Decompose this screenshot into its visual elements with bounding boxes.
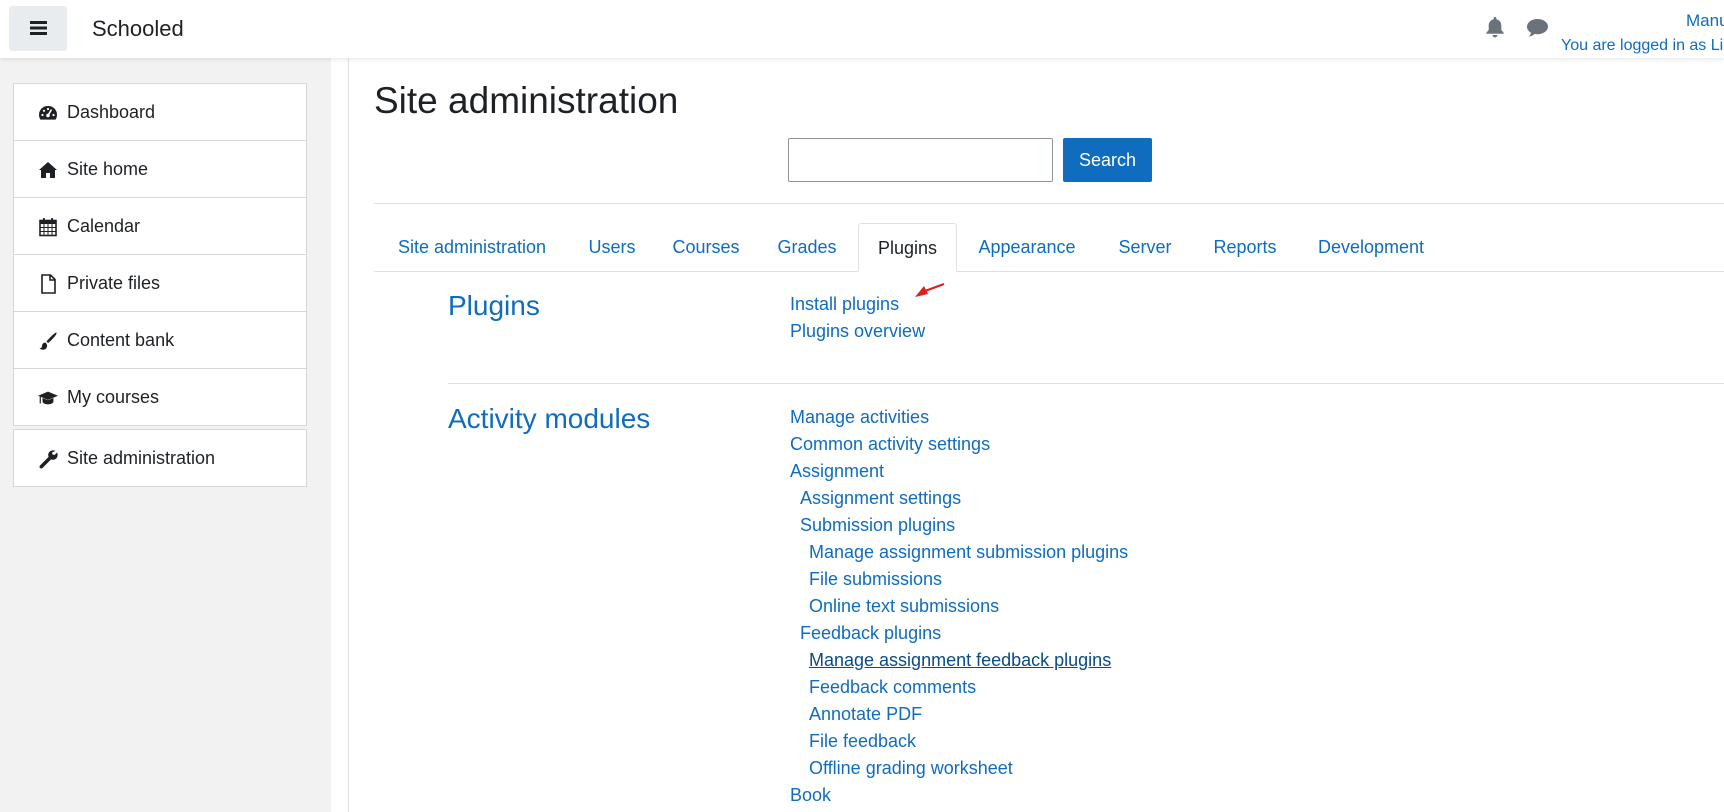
bell-icon[interactable] — [1486, 17, 1504, 38]
hamburger-icon — [30, 21, 47, 35]
drawer-divider — [348, 58, 349, 812]
section-title-activity-modules[interactable]: Activity modules — [448, 403, 650, 435]
nav-item-label: Private files — [67, 273, 161, 293]
nav-item-label: Dashboard — [67, 102, 156, 122]
tab-site-administration[interactable]: Site administration — [374, 223, 570, 271]
file-icon — [41, 274, 56, 294]
tab-users[interactable]: Users — [570, 223, 654, 271]
admin-tabs: Site administration Users Courses Grades… — [374, 223, 1724, 272]
tab-server[interactable]: Server — [1097, 223, 1193, 271]
divider — [374, 203, 1724, 204]
nav-item-label: Site home — [67, 159, 149, 179]
login-status-text[interactable]: You are logged in as Li — [1561, 37, 1723, 55]
section-divider — [448, 383, 1724, 384]
paintbrush-icon — [39, 332, 57, 350]
link-feedback-comments[interactable]: Feedback comments — [809, 677, 976, 698]
navbar: Schooled Manu You are logged in as Li — [0, 0, 1724, 58]
nav-item-dashboard[interactable]: Dashboard — [14, 84, 306, 141]
link-file-submissions[interactable]: File submissions — [809, 569, 942, 590]
page-title: Site administration — [374, 80, 679, 121]
user-name-link[interactable]: Manu — [1686, 11, 1724, 31]
link-offline-grading-worksheet[interactable]: Offline grading worksheet — [809, 758, 1013, 779]
wrench-icon — [39, 450, 58, 469]
nav-main-group: Dashboard Site home Calendar Private fil… — [13, 83, 307, 426]
nav-admin-group: Site administration — [13, 429, 307, 487]
link-file-feedback[interactable]: File feedback — [809, 731, 916, 752]
calendar-icon — [39, 218, 57, 237]
link-submission-plugins[interactable]: Submission plugins — [800, 515, 955, 536]
link-assignment[interactable]: Assignment — [790, 461, 884, 482]
nav-item-private-files[interactable]: Private files — [14, 255, 306, 312]
link-online-text-submissions[interactable]: Online text submissions — [809, 596, 999, 617]
nav-item-calendar[interactable]: Calendar — [14, 198, 306, 255]
nav-item-content-bank[interactable]: Content bank — [14, 312, 306, 369]
tachometer-icon — [39, 106, 57, 120]
tab-reports[interactable]: Reports — [1193, 223, 1297, 271]
messages-icon[interactable] — [1527, 19, 1548, 37]
search-button[interactable]: Search — [1063, 138, 1152, 182]
link-feedback-plugins[interactable]: Feedback plugins — [800, 623, 941, 644]
section-title-plugins[interactable]: Plugins — [448, 290, 540, 322]
graduation-cap-icon — [38, 391, 58, 405]
link-assignment-settings[interactable]: Assignment settings — [800, 488, 961, 509]
nav-item-my-courses[interactable]: My courses — [14, 369, 306, 425]
nav-drawer: Dashboard Site home Calendar Private fil… — [0, 58, 331, 812]
tab-plugins[interactable]: Plugins — [858, 223, 957, 272]
link-manage-assignment-submission-plugins[interactable]: Manage assignment submission plugins — [809, 542, 1128, 563]
tab-development[interactable]: Development — [1297, 223, 1445, 271]
tab-courses[interactable]: Courses — [654, 223, 758, 271]
nav-item-site-home[interactable]: Site home — [14, 141, 306, 198]
link-manage-activities[interactable]: Manage activities — [790, 407, 929, 428]
tab-appearance[interactable]: Appearance — [957, 223, 1097, 271]
home-icon — [39, 162, 57, 178]
tab-grades[interactable]: Grades — [758, 223, 856, 271]
link-install-plugins[interactable]: Install plugins — [790, 294, 899, 315]
link-manage-assignment-feedback-plugins[interactable]: Manage assignment feedback plugins — [809, 650, 1111, 671]
link-book[interactable]: Book — [790, 785, 831, 806]
drawer-toggle-button[interactable] — [9, 6, 67, 51]
nav-item-site-administration[interactable]: Site administration — [14, 430, 306, 486]
nav-item-label: Calendar — [67, 216, 141, 236]
nav-item-label: Content bank — [67, 330, 175, 350]
link-plugins-overview[interactable]: Plugins overview — [790, 321, 925, 342]
nav-item-label: Site administration — [67, 448, 216, 468]
link-annotate-pdf[interactable]: Annotate PDF — [809, 704, 922, 725]
link-common-activity-settings[interactable]: Common activity settings — [790, 434, 990, 455]
admin-search-input[interactable] — [788, 138, 1053, 182]
site-name[interactable]: Schooled — [92, 16, 184, 42]
nav-item-label: My courses — [67, 387, 160, 407]
red-arrow-annotation — [915, 282, 945, 297]
